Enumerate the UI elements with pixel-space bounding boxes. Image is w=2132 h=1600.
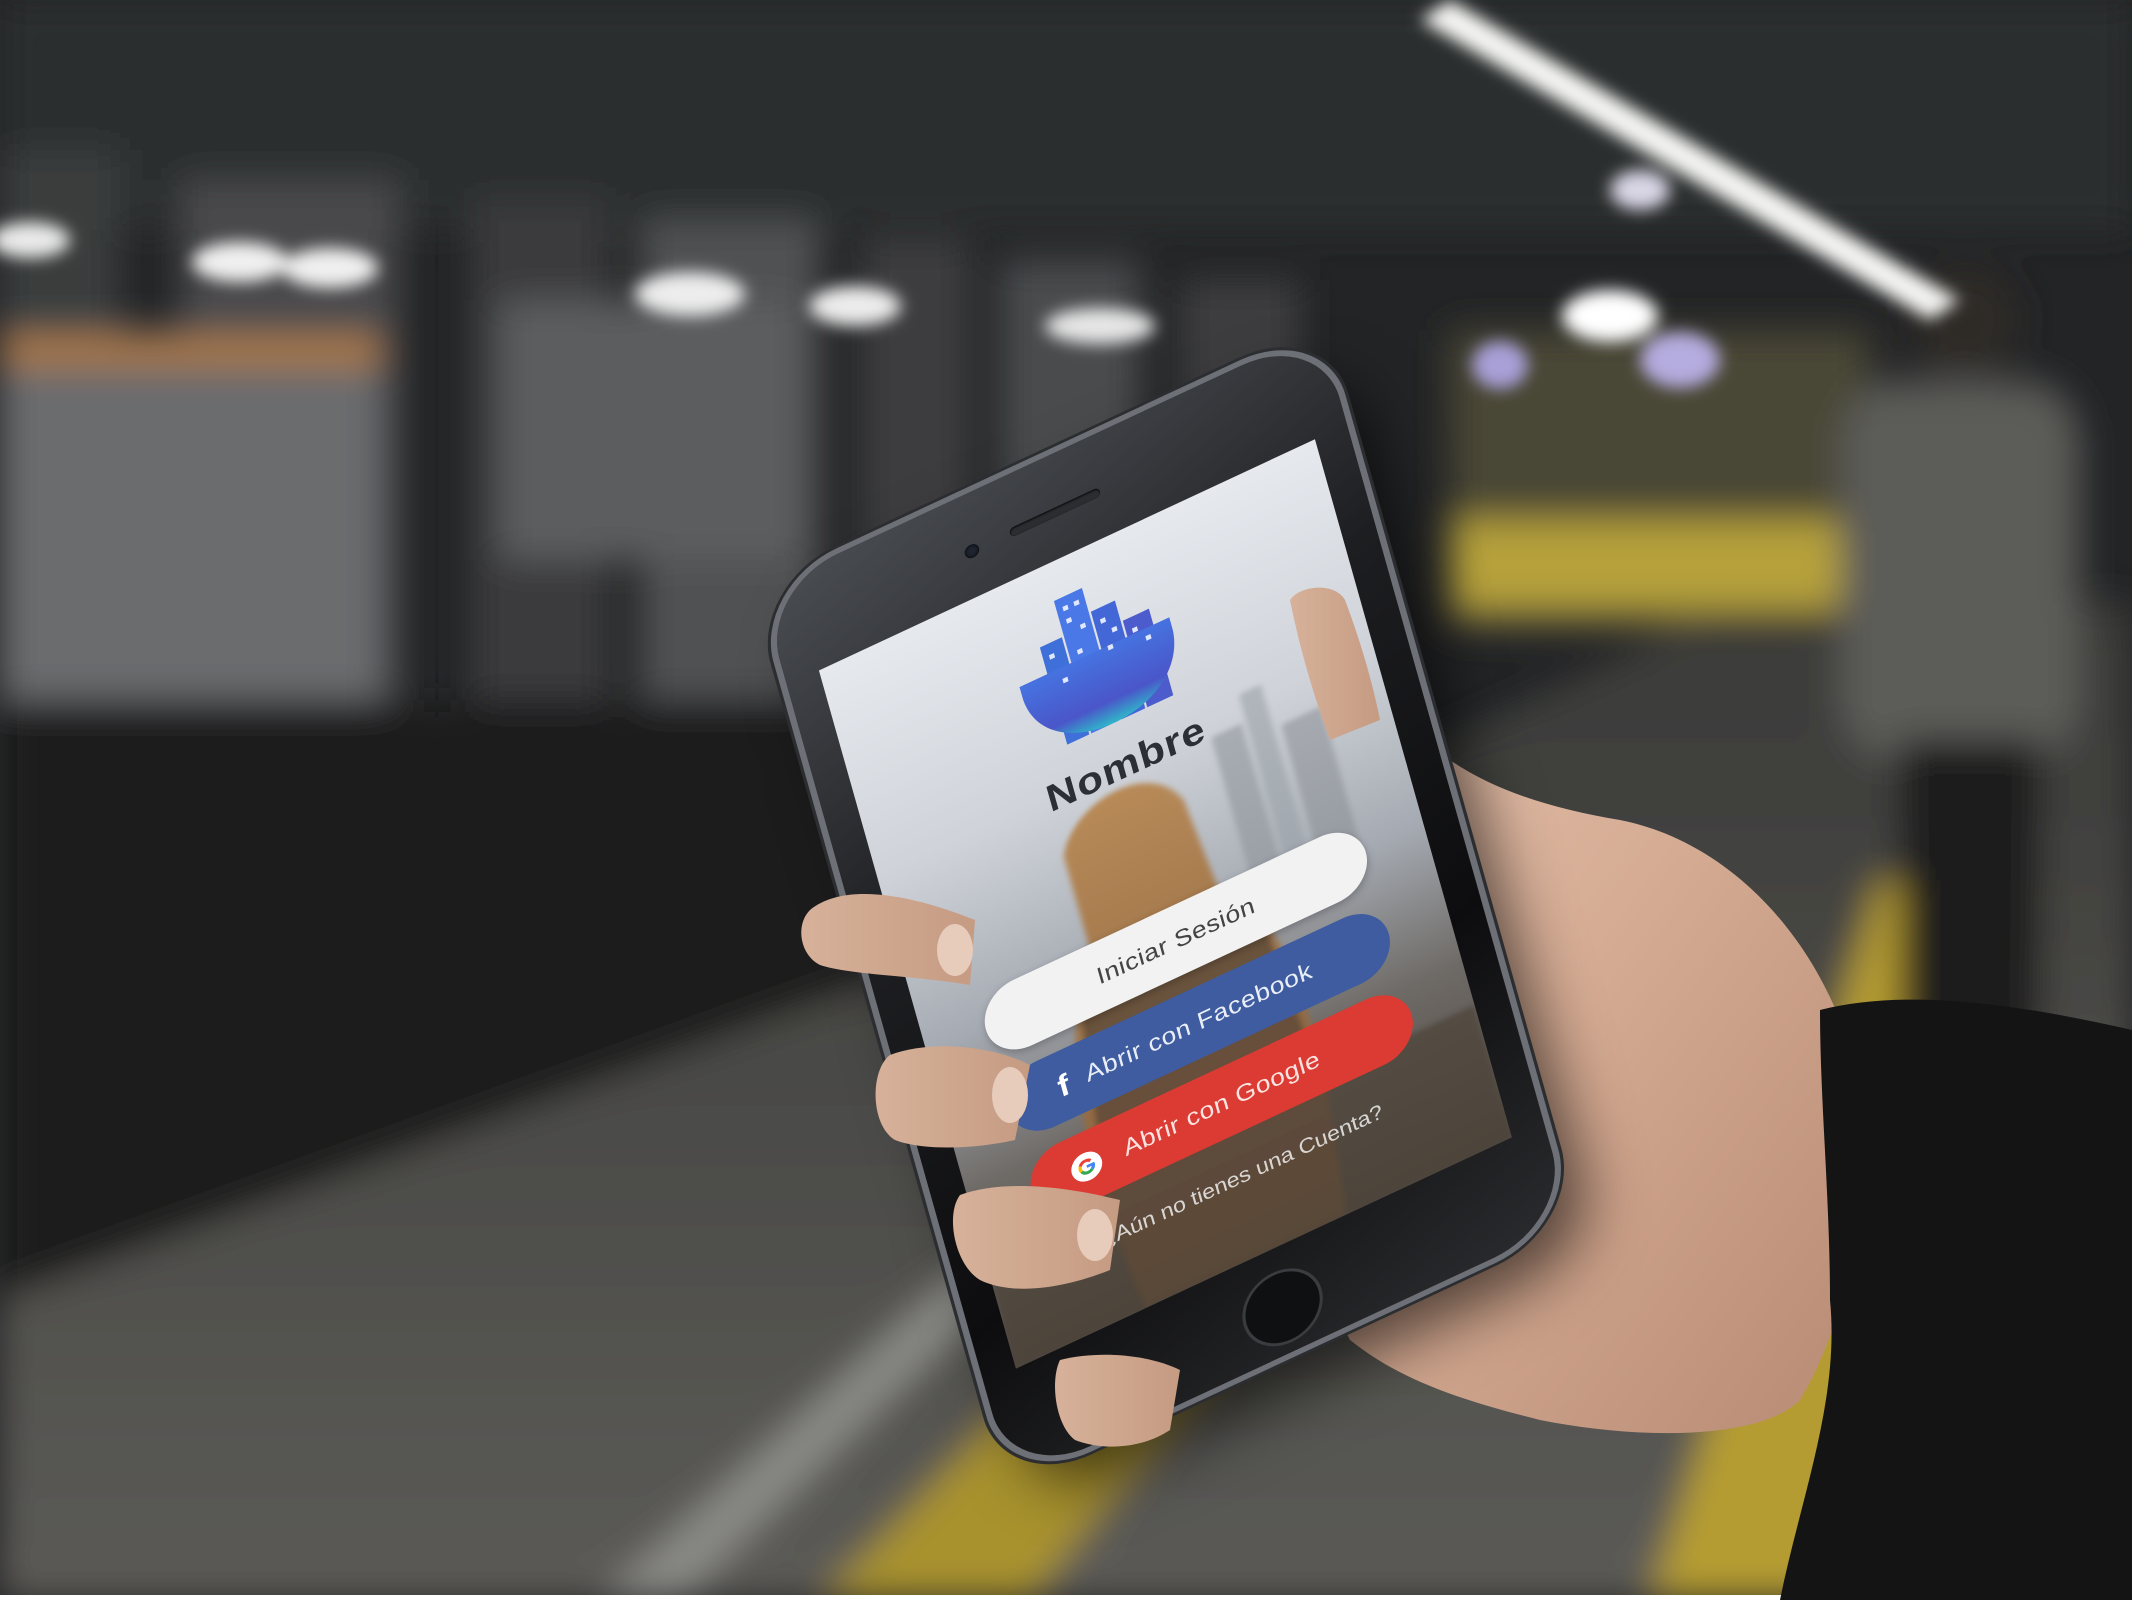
earpiece-speaker [1008,487,1102,538]
phone-body: Nombre Iniciar Sesión f Abrir con Facebo… [760,328,1572,1483]
mockup-scene: Nombre Iniciar Sesión f Abrir con Facebo… [0,0,2132,1600]
phone-device: Nombre Iniciar Sesión f Abrir con Facebo… [720,328,1720,1570]
home-button[interactable] [1233,1254,1332,1360]
front-camera [963,541,981,561]
google-icon [1066,1144,1108,1190]
app-screen: Nombre Iniciar Sesión f Abrir con Facebo… [818,439,1512,1369]
facebook-icon: f [1053,1066,1074,1104]
background-photo [978,684,1512,1369]
